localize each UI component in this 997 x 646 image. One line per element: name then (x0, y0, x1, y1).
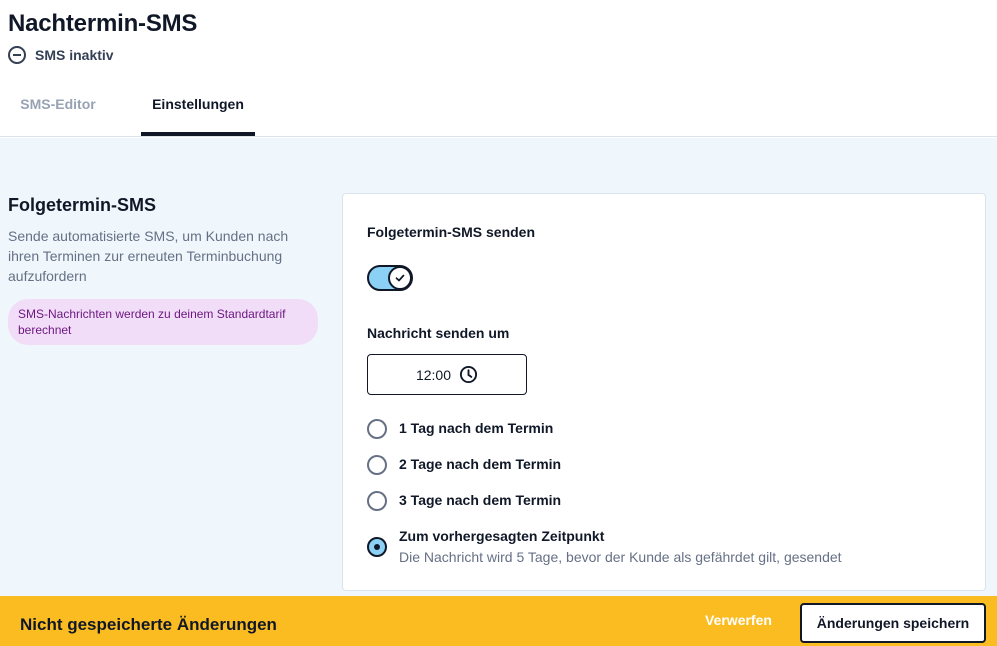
send-sms-label: Folgetermin-SMS senden (367, 224, 536, 240)
tab-sms-editor[interactable]: SMS-Editor (0, 96, 116, 136)
settings-card: Folgetermin-SMS senden Nachricht senden … (342, 193, 986, 591)
send-time-input[interactable]: 12:00 (367, 354, 527, 395)
section-description: Sende automatisierte SMS, um Kunden nach… (8, 228, 289, 284)
send-time-label: Nachricht senden um (367, 325, 510, 341)
unsaved-changes-bar: Nicht gespeicherte Änderungen Verwerfen … (0, 596, 997, 646)
tab-settings[interactable]: Einstellungen (141, 96, 255, 136)
option-text: Zum vorhergesagten Zeitpunkt Die Nachric… (399, 528, 842, 565)
settings-content: Folgetermin-SMS Sende automatisierte SMS… (0, 138, 997, 596)
option-predicted-time[interactable]: Zum vorhergesagten Zeitpunkt Die Nachric… (367, 528, 842, 565)
radio-button[interactable] (367, 419, 387, 439)
radio-button[interactable] (367, 491, 387, 511)
option-label: 2 Tage nach dem Termin (399, 456, 562, 472)
minus-circle-icon (8, 46, 26, 64)
option-label: Zum vorhergesagten Zeitpunkt (399, 528, 605, 544)
option-label: 3 Tage nach dem Termin (399, 492, 562, 508)
option-3-days[interactable]: 3 Tage nach dem Termin (367, 491, 562, 511)
option-1-day[interactable]: 1 Tag nach dem Termin (367, 419, 554, 439)
toggle-knob (388, 266, 412, 290)
time-value: 12:00 (415, 366, 452, 383)
section-info: Folgetermin-SMS Sende automatisierte SMS… (8, 195, 318, 345)
page-title: Nachtermin-SMS (8, 10, 198, 37)
radio-button[interactable] (367, 537, 387, 557)
radio-button[interactable] (367, 455, 387, 475)
section-title: Folgetermin-SMS (8, 195, 157, 215)
option-label: 1 Tag nach dem Termin (399, 420, 554, 436)
check-icon (395, 274, 405, 282)
option-description: Die Nachricht wird 5 Tage, bevor der Kun… (399, 549, 842, 565)
option-2-days[interactable]: 2 Tage nach dem Termin (367, 455, 562, 475)
unsaved-changes-message: Nicht gespeicherte Änderungen (20, 615, 277, 634)
clock-icon (459, 365, 478, 384)
send-sms-toggle[interactable] (367, 265, 413, 291)
save-changes-button[interactable]: Änderungen speichern (800, 603, 986, 643)
sms-status: SMS inaktiv (8, 46, 114, 64)
status-label: SMS inaktiv (35, 47, 114, 63)
tariff-badge: SMS-Nachrichten werden zu deinem Standar… (8, 299, 318, 345)
discard-button[interactable]: Verwerfen (705, 612, 772, 628)
page-header: Nachtermin-SMS SMS inaktiv SMS-Editor Ei… (0, 0, 997, 137)
